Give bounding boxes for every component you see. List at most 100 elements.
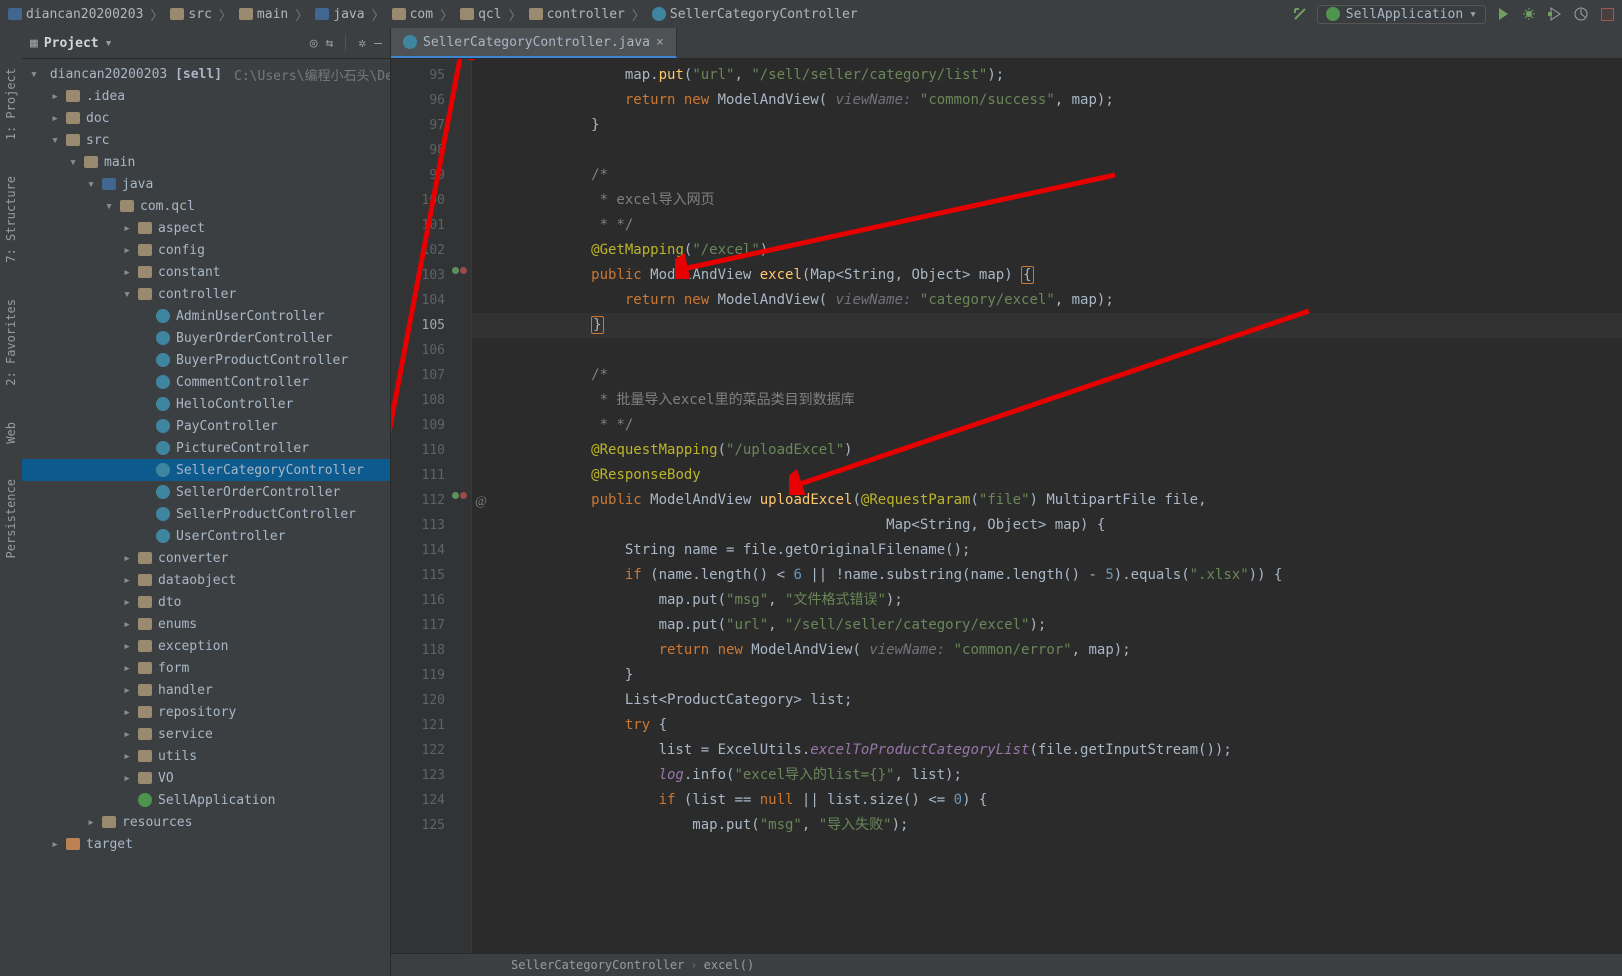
tool-window-tab[interactable]: 1: Project: [4, 68, 18, 140]
project-root[interactable]: ▾diancan20200203 [sell]C:\Users\编程小石头\De…: [22, 63, 390, 85]
code-line[interactable]: if (list == null || list.size() <= 0) {: [472, 788, 1622, 813]
settings-icon[interactable]: ✲: [358, 36, 366, 51]
code-line[interactable]: [472, 138, 1622, 163]
line-number[interactable]: 102: [391, 238, 471, 263]
tree-node[interactable]: ▾src: [22, 129, 390, 151]
tree-node[interactable]: ▸utils: [22, 745, 390, 767]
code-line[interactable]: return new ModelAndView( viewName: "comm…: [472, 638, 1622, 663]
code-line[interactable]: Map<String, Object> map) {: [472, 513, 1622, 538]
line-number[interactable]: 103: [391, 263, 471, 288]
breadcrumb-item[interactable]: java: [313, 7, 366, 22]
code-line[interactable]: String name = file.getOriginalFilename()…: [472, 538, 1622, 563]
tree-node[interactable]: ▾java: [22, 173, 390, 195]
locate-icon[interactable]: ◎: [310, 36, 318, 51]
line-number[interactable]: 96: [391, 88, 471, 113]
line-number[interactable]: 95: [391, 63, 471, 88]
tool-window-tab[interactable]: Web: [4, 422, 18, 444]
tree-node[interactable]: SellerProductController: [22, 503, 390, 525]
line-number[interactable]: 112@: [391, 488, 471, 513]
code-line[interactable]: List<ProductCategory> list;: [472, 688, 1622, 713]
run-icon[interactable]: [1494, 5, 1512, 23]
tree-node[interactable]: ▾com.qcl: [22, 195, 390, 217]
editor-crumb-method[interactable]: excel(): [704, 958, 755, 972]
line-number[interactable]: 101: [391, 213, 471, 238]
coverage-icon[interactable]: [1546, 5, 1564, 23]
tree-node[interactable]: ▸dataobject: [22, 569, 390, 591]
tree-node[interactable]: PayController: [22, 415, 390, 437]
line-number[interactable]: 108: [391, 388, 471, 413]
line-number[interactable]: 105: [391, 313, 471, 338]
code-line[interactable]: }: [472, 313, 1622, 338]
tool-window-tab[interactable]: 2: Favorites: [4, 299, 18, 386]
tree-node[interactable]: ▸handler: [22, 679, 390, 701]
line-number[interactable]: 111: [391, 463, 471, 488]
code-line[interactable]: map.put("url", "/sell/seller/category/ex…: [472, 613, 1622, 638]
stop-icon[interactable]: [1598, 5, 1616, 23]
tree-node[interactable]: ▸config: [22, 239, 390, 261]
line-number[interactable]: 124: [391, 788, 471, 813]
code-line[interactable]: return new ModelAndView( viewName: "comm…: [472, 88, 1622, 113]
tree-node[interactable]: CommentController: [22, 371, 390, 393]
code-line[interactable]: map.put("url", "/sell/seller/category/li…: [472, 63, 1622, 88]
code-line[interactable]: }: [472, 113, 1622, 138]
project-tree[interactable]: ▾diancan20200203 [sell]C:\Users\编程小石头\De…: [22, 59, 390, 976]
tree-node[interactable]: ▸service: [22, 723, 390, 745]
code-line[interactable]: list = ExcelUtils.excelToProductCategory…: [472, 738, 1622, 763]
editor-crumb-class[interactable]: SellerCategoryController: [511, 958, 684, 972]
line-number[interactable]: 106: [391, 338, 471, 363]
code-line[interactable]: [472, 338, 1622, 363]
hide-icon[interactable]: —: [374, 36, 382, 51]
tree-node[interactable]: HelloController: [22, 393, 390, 415]
breadcrumb-item[interactable]: SellerCategoryController: [650, 7, 860, 22]
code-line[interactable]: try {: [472, 713, 1622, 738]
code-line[interactable]: public ModelAndView uploadExcel(@Request…: [472, 488, 1622, 513]
tree-node[interactable]: ▸dto: [22, 591, 390, 613]
editor-gutter[interactable]: 9596979899100101102103104105106107108109…: [391, 59, 472, 953]
tree-node[interactable]: ▸resources: [22, 811, 390, 833]
tree-node[interactable]: BuyerProductController: [22, 349, 390, 371]
editor-content[interactable]: map.put("url", "/sell/seller/category/li…: [472, 59, 1622, 953]
line-number[interactable]: 123: [391, 763, 471, 788]
profiler-icon[interactable]: [1572, 5, 1590, 23]
gutter-icons[interactable]: [452, 492, 467, 499]
line-number[interactable]: 119: [391, 663, 471, 688]
line-number[interactable]: 109: [391, 413, 471, 438]
line-number[interactable]: 97: [391, 113, 471, 138]
code-line[interactable]: /*: [472, 363, 1622, 388]
tree-node[interactable]: ▸repository: [22, 701, 390, 723]
line-number[interactable]: 121: [391, 713, 471, 738]
line-number[interactable]: 107: [391, 363, 471, 388]
tree-node[interactable]: PictureController: [22, 437, 390, 459]
gutter-icons[interactable]: [452, 267, 467, 274]
run-config-selector[interactable]: SellApplication ▾: [1317, 5, 1486, 24]
tree-node[interactable]: ▸doc: [22, 107, 390, 129]
line-number[interactable]: 98: [391, 138, 471, 163]
breadcrumb-item[interactable]: controller: [527, 7, 627, 22]
code-line[interactable]: /*: [472, 163, 1622, 188]
editor-breadcrumb[interactable]: SellerCategoryController › excel(): [391, 953, 1622, 976]
build-icon[interactable]: [1291, 5, 1309, 23]
code-line[interactable]: * excel导入网页: [472, 188, 1622, 213]
tree-node[interactable]: BuyerOrderController: [22, 327, 390, 349]
breadcrumb-item[interactable]: qcl: [458, 7, 503, 22]
code-line[interactable]: map.put("msg", "导入失败");: [472, 813, 1622, 838]
breadcrumb-item[interactable]: com: [390, 7, 435, 22]
tree-node[interactable]: ▸enums: [22, 613, 390, 635]
code-line[interactable]: public ModelAndView excel(Map<String, Ob…: [472, 263, 1622, 288]
code-line[interactable]: @GetMapping("/excel"): [472, 238, 1622, 263]
code-line[interactable]: * */: [472, 413, 1622, 438]
code-line[interactable]: map.put("msg", "文件格式错误");: [472, 588, 1622, 613]
line-number[interactable]: 125: [391, 813, 471, 838]
tool-window-tab[interactable]: 7: Structure: [4, 176, 18, 263]
close-icon[interactable]: ×: [656, 35, 664, 50]
line-number[interactable]: 116: [391, 588, 471, 613]
line-number[interactable]: 115: [391, 563, 471, 588]
tree-node[interactable]: ▾controller: [22, 283, 390, 305]
code-line[interactable]: @ResponseBody: [472, 463, 1622, 488]
line-number[interactable]: 113: [391, 513, 471, 538]
line-number[interactable]: 110: [391, 438, 471, 463]
tree-node[interactable]: ▸exception: [22, 635, 390, 657]
tree-node[interactable]: UserController: [22, 525, 390, 547]
line-number[interactable]: 120: [391, 688, 471, 713]
code-line[interactable]: * */: [472, 213, 1622, 238]
